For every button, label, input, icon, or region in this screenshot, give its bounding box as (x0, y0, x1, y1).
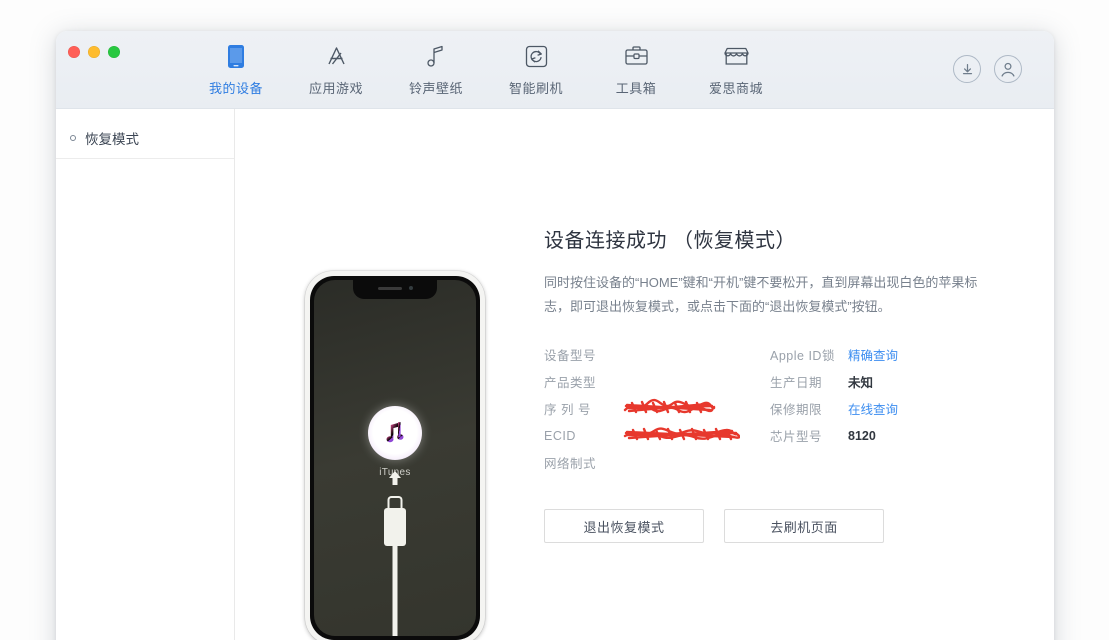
redaction-scribble (622, 425, 741, 446)
window-body: 恢复模式 设备连接成功 （恢复模式） 同时按住设备的“HOME”键和“开机”键不… (56, 109, 1054, 640)
tab-my-device[interactable]: 我的设备 (208, 43, 264, 97)
spec-link-precise-query[interactable]: 精确查询 (848, 345, 898, 364)
screen-root: 我的设备 应用游戏 铃声壁纸 智能刷机 工具箱 爱思商城 恢复模式 设备连接成功… (0, 0, 1109, 640)
minimize-button[interactable] (88, 46, 100, 58)
tab-smart-flash[interactable]: 智能刷机 (508, 43, 564, 97)
tab-label: 我的设备 (208, 81, 263, 96)
spec-label-ecid: ECID (544, 428, 576, 443)
spec-table: 设备型号 Apple ID锁 精确查询 产品类型 生产日期 未知 序 列 号 保… (544, 341, 1054, 476)
user-icon (1001, 62, 1015, 77)
itunes-icon (368, 406, 422, 460)
exit-recovery-mode-button[interactable]: 退出恢复模式 (544, 509, 704, 543)
device-icon (227, 43, 245, 69)
window-controls (68, 46, 120, 58)
download-icon (962, 63, 972, 74)
close-button[interactable] (68, 46, 80, 58)
cable-connector (384, 508, 406, 546)
spec-value-empty (848, 449, 968, 476)
toolbar-actions (953, 55, 1022, 83)
sidebar-item-recovery-mode[interactable]: 恢复模式 (56, 119, 234, 159)
spec-value-device-model (622, 341, 770, 368)
spec-value-serial-number (622, 395, 770, 422)
music-note-icon (426, 43, 446, 69)
device-screen: iTunes (314, 280, 476, 636)
tab-label: 工具箱 (615, 81, 657, 96)
spec-value-ecid (622, 422, 770, 449)
spec-label-product-type: 产品类型 (544, 376, 597, 390)
main-content: iTunes (235, 109, 1054, 640)
store-icon (723, 43, 750, 69)
spec-value-network-type (622, 449, 770, 476)
tab-ringtones-wallpapers[interactable]: 铃声壁纸 (408, 43, 464, 97)
spec-value-product-type (622, 368, 770, 395)
circle-bullet-icon (70, 135, 76, 141)
spec-label-production-date: 生产日期 (770, 376, 823, 390)
redaction-scribble (622, 398, 716, 419)
lightning-cable-icon (375, 466, 415, 636)
spec-label-empty (770, 449, 848, 476)
spec-label-device-model: 设备型号 (544, 349, 597, 363)
download-button[interactable] (953, 55, 981, 83)
device-notch (353, 280, 437, 299)
spec-link-online-query[interactable]: 在线查询 (848, 399, 898, 418)
page-title: 设备连接成功 （恢复模式） (544, 230, 797, 252)
spec-label-apple-id-lock: Apple ID锁 (770, 349, 835, 363)
spec-label-chip-model: 芯片型号 (770, 430, 823, 444)
device-info-panel: 设备连接成功 （恢复模式） 同时按住设备的“HOME”键和“开机”键不要松开，直… (544, 224, 1054, 543)
account-button[interactable] (994, 55, 1022, 83)
device-bezel: iTunes (310, 276, 480, 640)
sidebar: 恢复模式 (56, 109, 235, 640)
spec-value-production-date: 未知 (848, 376, 874, 390)
go-to-flash-page-button[interactable]: 去刷机页面 (724, 509, 884, 543)
cable-cord (392, 545, 398, 636)
tab-label: 智能刷机 (508, 81, 563, 96)
device-preview: iTunes (305, 271, 485, 640)
maximize-button[interactable] (108, 46, 120, 58)
tab-label: 爱思商城 (708, 81, 763, 96)
tab-label: 应用游戏 (308, 81, 363, 96)
tab-label: 铃声壁纸 (408, 81, 463, 96)
toolbar: 我的设备 应用游戏 铃声壁纸 智能刷机 工具箱 爱思商城 (56, 31, 1054, 109)
spec-label-network-type: 网络制式 (544, 457, 597, 471)
toolbox-icon (624, 43, 649, 69)
speaker-grille-icon (377, 286, 402, 290)
arrow-up-icon (387, 470, 404, 491)
sidebar-item-label: 恢复模式 (85, 132, 139, 147)
front-camera-icon (408, 286, 413, 290)
instruction-text: 同时按住设备的“HOME”键和“开机”键不要松开，直到屏幕出现白色的苹果标志，即… (544, 275, 978, 314)
action-buttons: 退出恢复模式 去刷机页面 (544, 509, 1054, 543)
tab-store[interactable]: 爱思商城 (708, 43, 764, 97)
spec-value-chip-model: 8120 (848, 428, 876, 443)
tab-apps-games[interactable]: 应用游戏 (308, 43, 364, 97)
spec-label-serial-number: 序 列 号 (544, 403, 591, 417)
appstore-icon (324, 43, 349, 69)
app-window: 我的设备 应用游戏 铃声壁纸 智能刷机 工具箱 爱思商城 恢复模式 设备连接成功… (56, 31, 1054, 640)
spec-label-warranty: 保修期限 (770, 403, 823, 417)
main-nav: 我的设备 应用游戏 铃声壁纸 智能刷机 工具箱 爱思商城 (208, 43, 764, 97)
flash-refresh-icon (525, 43, 548, 69)
tab-toolbox[interactable]: 工具箱 (608, 43, 664, 97)
